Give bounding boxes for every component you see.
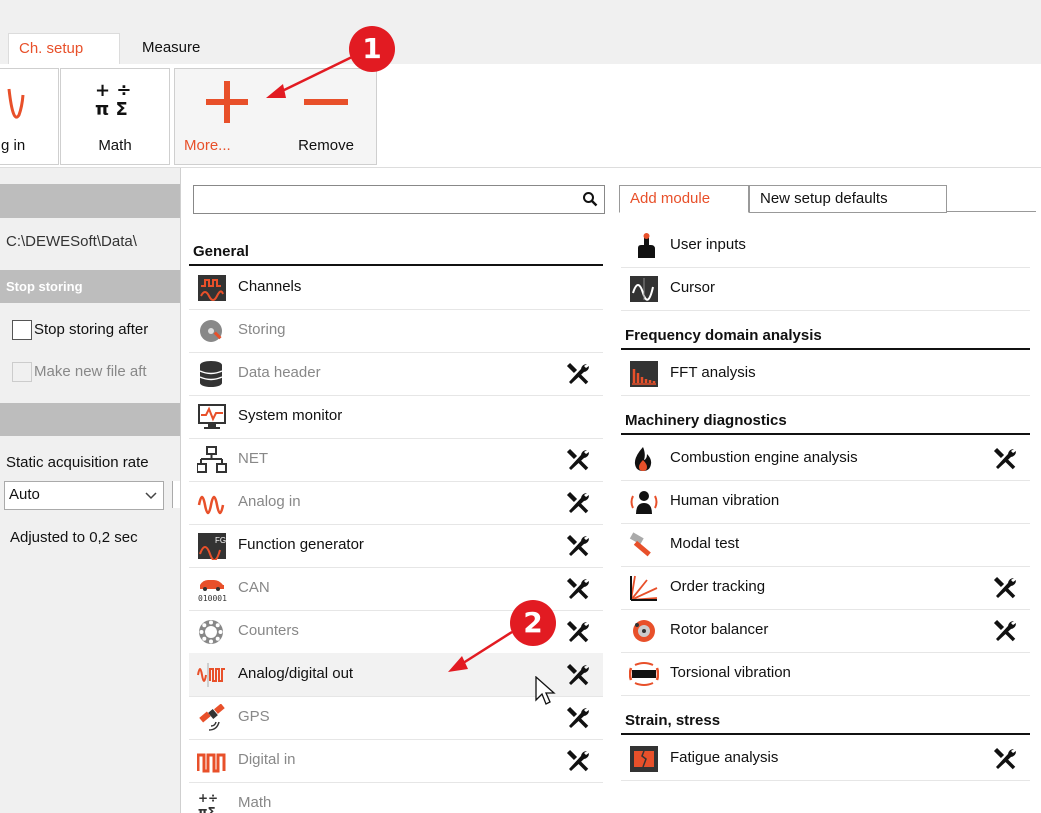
- annotation-badge-1: 1: [349, 26, 395, 72]
- annotation-badge-2: 2: [510, 600, 556, 646]
- annotation-arrows: [266, 55, 513, 672]
